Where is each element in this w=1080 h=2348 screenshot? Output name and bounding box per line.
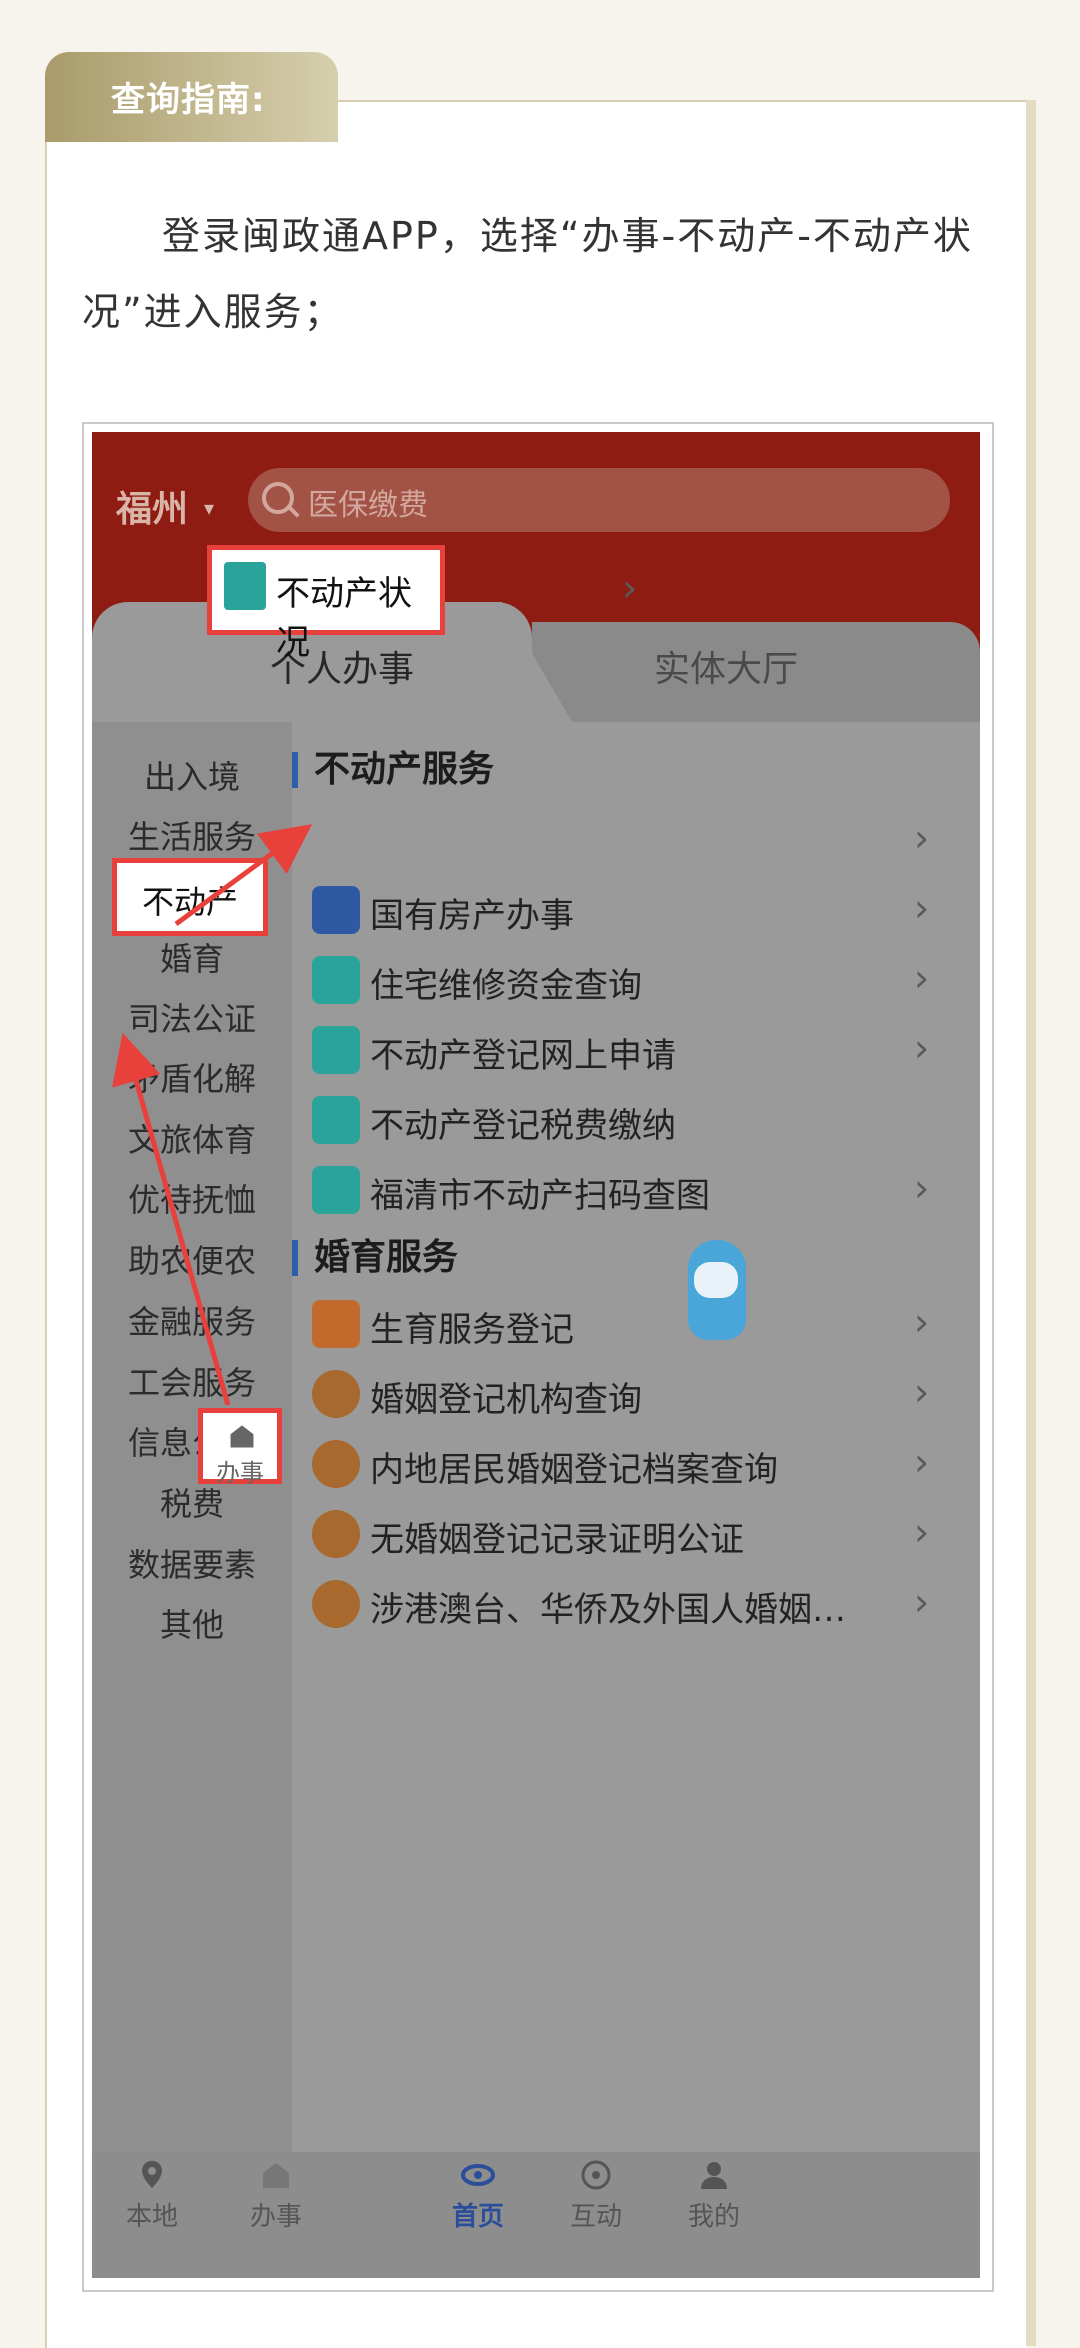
- bottom-nav-interact[interactable]: 互动: [536, 2158, 656, 2233]
- couple-icon: [312, 1580, 360, 1628]
- service-label: 国有房产办事: [370, 896, 574, 936]
- service-label: 生育服务登记: [370, 1310, 574, 1350]
- nav-item[interactable]: 优待抚恤: [92, 1175, 292, 1221]
- chevron-right-icon: ›: [914, 1166, 930, 1210]
- nav-item[interactable]: 司法公证: [92, 994, 292, 1040]
- service-row[interactable]: 不动产登记税费缴纳: [292, 1090, 980, 1160]
- couple-icon: [312, 1510, 360, 1558]
- chevron-right-icon: ›: [914, 1026, 930, 1070]
- service-row[interactable]: 福清市不动产扫码查图 ›: [292, 1160, 980, 1230]
- highlighted-work-label: 办事: [216, 1459, 264, 1487]
- service-label: 涉港澳台、华侨及外国人婚姻…: [370, 1590, 846, 1630]
- chevron-right-icon: ›: [914, 1300, 930, 1344]
- service-row[interactable]: 生育服务登记 ›: [292, 1294, 980, 1364]
- service-row[interactable]: 涉港澳台、华侨及外国人婚姻… ›: [292, 1574, 980, 1644]
- intro-text: 登录闽政通APP，选择“办事-不动产-不动产状况”进入服务；: [82, 214, 973, 334]
- caret-down-icon: ▾: [204, 496, 215, 520]
- service-row[interactable]: 住宅维修资金查询 ›: [292, 950, 980, 1020]
- location-icon: [142, 2161, 162, 2188]
- bottom-nav-mine[interactable]: 我的: [654, 2158, 774, 2233]
- nav-item[interactable]: 出入境: [92, 752, 292, 798]
- building-chat-icon: [263, 2163, 289, 2188]
- building-chat-icon: [230, 1425, 254, 1448]
- search-icon: [262, 482, 294, 514]
- monitor-house-icon: [312, 1096, 360, 1144]
- guide-tag: 查询指南:: [45, 52, 338, 142]
- tab-hall-label: 实体大厅: [654, 649, 799, 690]
- nav-item[interactable]: 工会服务: [92, 1358, 292, 1404]
- monitor-icon: [312, 1026, 360, 1074]
- hotline-icon: [581, 2160, 611, 2190]
- service-label: 不动产登记税费缴纳: [370, 1106, 676, 1146]
- user-icon: [701, 2162, 727, 2189]
- search-placeholder: 医保缴费: [308, 488, 428, 523]
- chevron-right-icon: ›: [914, 1510, 930, 1554]
- house-gear-icon: [312, 886, 360, 934]
- chevron-right-icon: ›: [622, 566, 638, 610]
- bottom-nav-label: 办事: [249, 2202, 302, 2232]
- bottom-nav-label: 首页: [451, 2202, 504, 2232]
- service-row[interactable]: 不动产登记网上申请 ›: [292, 1020, 980, 1090]
- chevron-right-icon: ›: [914, 956, 930, 1000]
- service-row[interactable]: 国有房产办事 ›: [292, 880, 980, 950]
- chevron-right-icon: ›: [914, 816, 930, 860]
- couple-icon: [312, 1370, 360, 1418]
- service-label: 不动产登记网上申请: [370, 1036, 676, 1076]
- service-row[interactable]: ›: [292, 810, 980, 880]
- couple-icon: [312, 1440, 360, 1488]
- house-tools-icon: [312, 956, 360, 1004]
- phone-screenshot: 福州 ▾ 医保缴费 个人办事 实体大厅 出入境 生活服务 不动产 婚育 司法公证…: [92, 432, 980, 2278]
- service-label: 住宅维修资金查询: [370, 966, 642, 1006]
- service-label: 婚姻登记机构查询: [370, 1380, 642, 1420]
- search-bar[interactable]: 医保缴费: [248, 468, 950, 532]
- nav-item[interactable]: 文旅体育: [92, 1115, 292, 1161]
- section-title: 不动产服务: [292, 752, 494, 788]
- scan-icon: [312, 1166, 360, 1214]
- nav-item[interactable]: 其他: [92, 1600, 292, 1646]
- chevron-right-icon: ›: [914, 1440, 930, 1484]
- eye-logo-icon: [461, 2164, 495, 2186]
- nav-item-selected[interactable]: 不动产: [112, 858, 268, 936]
- mascot-face: [694, 1262, 738, 1298]
- building-icon: [224, 562, 266, 610]
- bottom-nav-local[interactable]: 本地: [92, 2158, 212, 2233]
- bottom-nav-home[interactable]: 首页: [418, 2158, 538, 2233]
- nav-item[interactable]: 助农便农: [92, 1236, 292, 1282]
- bottom-nav-work[interactable]: 办事: [216, 2158, 336, 2233]
- service-label: 福清市不动产扫码查图: [370, 1176, 710, 1216]
- service-label: 内地居民婚姻登记档案查询: [370, 1450, 778, 1490]
- service-row[interactable]: 无婚姻登记记录证明公证 ›: [292, 1504, 980, 1574]
- bottom-nav-label: 我的: [687, 2202, 740, 2232]
- service-row[interactable]: 内地居民婚姻登记档案查询 ›: [292, 1434, 980, 1504]
- city-selector[interactable]: 福州: [116, 480, 188, 532]
- highlighted-work-tab[interactable]: 办事: [198, 1408, 282, 1487]
- chevron-right-icon: ›: [914, 886, 930, 930]
- card-shadow: [1026, 100, 1036, 2346]
- nav-item[interactable]: 生活服务: [92, 812, 292, 858]
- chevron-right-icon: ›: [914, 1580, 930, 1624]
- bottom-nav-label: 本地: [125, 2202, 178, 2232]
- guide-tag-label: 查询指南:: [111, 80, 266, 120]
- bottom-nav-label: 互动: [569, 2202, 622, 2232]
- chevron-right-icon: ›: [914, 1370, 930, 1414]
- highlighted-label: 不动产状况: [276, 574, 412, 663]
- nav-item[interactable]: 金融服务: [92, 1297, 292, 1343]
- nav-item[interactable]: 数据要素: [92, 1540, 292, 1586]
- service-row[interactable]: 婚姻登记机构查询 ›: [292, 1364, 980, 1434]
- service-label: 无婚姻登记记录证明公证: [370, 1520, 744, 1560]
- nav-item[interactable]: 矛盾化解: [92, 1054, 292, 1100]
- section-title: 婚育服务: [292, 1240, 458, 1276]
- highlighted-property-status[interactable]: 不动产状况: [207, 545, 445, 663]
- hospital-icon: [312, 1300, 360, 1348]
- nav-item[interactable]: 婚育: [92, 934, 292, 980]
- left-nav: 出入境 生活服务 不动产 婚育 司法公证 矛盾化解 文旅体育 优待抚恤 助农便农…: [92, 722, 292, 2278]
